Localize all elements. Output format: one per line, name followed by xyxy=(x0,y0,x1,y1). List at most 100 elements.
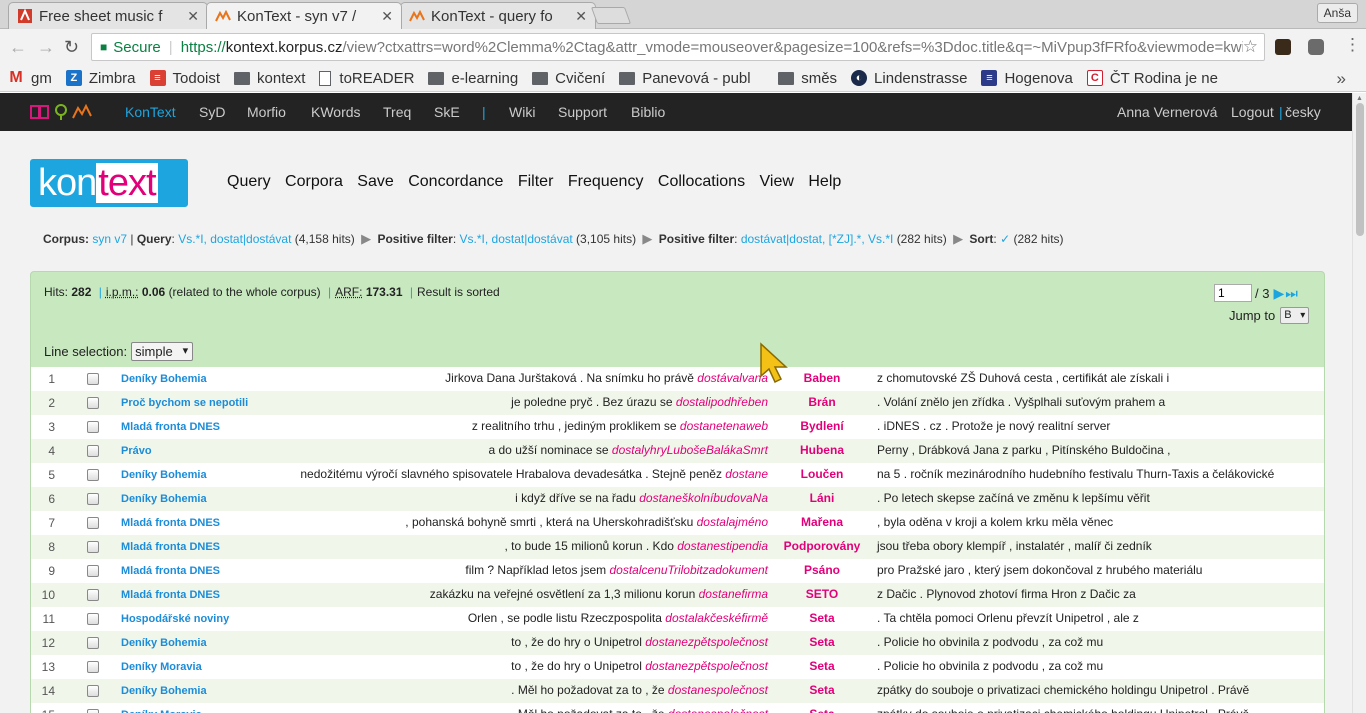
last-page-icon[interactable]: ⏭ xyxy=(1285,285,1298,302)
next-page-icon[interactable]: ▶ xyxy=(1273,285,1284,302)
right-context[interactable]: zpátky do souboje o privatizaci chemické… xyxy=(877,707,1249,713)
document-title-link[interactable]: Mladá fronta DNES xyxy=(121,565,220,577)
menu-corpora[interactable]: Corpora xyxy=(285,173,343,190)
document-title-link[interactable]: Deníky Bohemia xyxy=(121,469,207,481)
row-checkbox[interactable] xyxy=(87,565,99,577)
kwic-keyword[interactable]: Bydlení xyxy=(779,419,865,433)
right-context[interactable]: . iDNES . cz . Protože je nový realitní … xyxy=(877,419,1110,433)
left-context[interactable]: nedožitému výročí slavného spisovatele H… xyxy=(300,467,768,481)
row-checkbox[interactable] xyxy=(87,421,99,433)
menu-collocations[interactable]: Collocations xyxy=(658,173,745,190)
menu-query[interactable]: Query xyxy=(227,173,271,190)
scroll-up-icon[interactable]: ▲ xyxy=(1356,95,1363,102)
row-checkbox[interactable] xyxy=(87,541,99,553)
document-title-link[interactable]: Mladá fronta DNES xyxy=(121,421,220,433)
left-context[interactable]: z realitního trhu , jediným proklikem se… xyxy=(472,419,768,433)
profile-button[interactable]: Anša xyxy=(1316,3,1358,23)
language-switch[interactable]: česky xyxy=(1285,104,1321,120)
browser-menu-icon[interactable]: ⋮ xyxy=(1344,36,1361,53)
kontext-logo[interactable]: kon text xyxy=(30,159,188,207)
topbar-support[interactable]: Support xyxy=(558,104,607,120)
filter-match[interactable]: dostalyhryLubošeBalákaSmrt xyxy=(612,443,768,457)
menu-view[interactable]: View xyxy=(760,173,794,190)
cat-extension-icon[interactable] xyxy=(1275,39,1291,55)
reload-icon[interactable]: ↻ xyxy=(64,37,79,57)
close-tab-icon[interactable]: ✕ xyxy=(381,8,393,25)
kwic-keyword[interactable]: Seta xyxy=(779,635,865,649)
row-checkbox[interactable] xyxy=(87,589,99,601)
filter-match[interactable]: dostanespolečnost xyxy=(668,683,768,697)
topbar-morfio[interactable]: Morfio xyxy=(247,104,286,120)
bookmark-kontext[interactable]: kontext xyxy=(234,70,305,87)
right-context[interactable]: z Dačic . Plynovod zhotoví firma Hron z … xyxy=(877,587,1136,601)
left-context[interactable]: Orlen , se podle listu Rzeczpospolita do… xyxy=(468,611,768,625)
left-context[interactable]: to , že do hry o Unipetrol dostanezpětsp… xyxy=(511,659,768,673)
bookmark-gm[interactable]: Mgm xyxy=(8,69,52,87)
menu-concordance[interactable]: Concordance xyxy=(408,173,503,190)
bookmark-todoist[interactable]: ≡ Todoist xyxy=(149,70,220,87)
right-context[interactable]: . Volání znělo jen zřídka . Vyšplhali su… xyxy=(877,395,1165,409)
ipm-label[interactable]: i.p.m.: xyxy=(106,285,139,299)
left-context[interactable]: i když dříve se na řadu dostaneškolníbud… xyxy=(515,491,768,505)
topbar-wiki[interactable]: Wiki xyxy=(509,104,535,120)
line-selection-select[interactable]: simple xyxy=(131,342,194,361)
row-checkbox[interactable] xyxy=(87,517,99,529)
bookmark-toreader[interactable]: toREADER xyxy=(319,70,414,87)
kwic-keyword[interactable]: Brán xyxy=(779,395,865,409)
bookmark-zimbra[interactable]: Z Zimbra xyxy=(65,70,136,87)
query-link[interactable]: Vs.*I, dostat|dostávat xyxy=(178,232,291,246)
right-context[interactable]: . Po letech skepse začíná ve změnu k lep… xyxy=(877,491,1150,505)
row-checkbox[interactable] xyxy=(87,613,99,625)
document-title-link[interactable]: Deníky Moravia xyxy=(121,661,202,673)
pocket-extension-icon[interactable] xyxy=(1308,39,1324,55)
topbar-syd[interactable]: SyD xyxy=(199,104,225,120)
kwic-keyword[interactable]: SETO xyxy=(779,587,865,601)
kwic-keyword[interactable]: Seta xyxy=(779,683,865,697)
right-context[interactable]: z chomutovské ZŠ Duhová cesta , certifik… xyxy=(877,371,1169,385)
bookmarks-overflow-icon[interactable]: » xyxy=(1337,69,1346,89)
bookmark-smes[interactable]: směs xyxy=(778,70,837,87)
kwic-keyword[interactable]: Seta xyxy=(779,707,865,713)
bookmark-panevova[interactable]: Panevová - publ xyxy=(619,70,764,87)
tab-kontext-query[interactable]: KonText - query fo ✕ xyxy=(400,2,596,29)
filter-match[interactable]: dostane xyxy=(725,467,768,481)
sort-link[interactable]: ✓ xyxy=(1000,232,1010,246)
kwic-keyword[interactable]: Psáno xyxy=(779,563,865,577)
right-context[interactable]: pro Pražské jaro , který jsem dokončoval… xyxy=(877,563,1202,577)
filter-match[interactable]: dostalcenuTrilobitzadokument xyxy=(609,563,768,577)
menu-help[interactable]: Help xyxy=(808,173,841,190)
vertical-scrollbar[interactable]: ▲ xyxy=(1352,93,1366,713)
left-context[interactable]: a do užší nominace se dostalyhryLubošeBa… xyxy=(489,443,769,457)
document-title-link[interactable]: Mladá fronta DNES xyxy=(121,517,220,529)
right-context[interactable]: . Policie ho obvinila z podvodu , za což… xyxy=(877,635,1103,649)
filter-match[interactable]: dostanestipendia xyxy=(677,539,768,553)
left-context[interactable]: film ? Například letos jsem dostalcenuTr… xyxy=(465,563,768,577)
filter-match[interactable]: dostalipodhřeben xyxy=(676,395,768,409)
menu-save[interactable]: Save xyxy=(357,173,393,190)
tab-free-sheet-music[interactable]: Free sheet music f ✕ xyxy=(8,2,208,29)
topbar-treq[interactable]: Treq xyxy=(383,104,411,120)
filter-match[interactable]: dostalajméno xyxy=(697,515,768,529)
new-tab-button[interactable] xyxy=(590,7,632,24)
filter-match[interactable]: dostanetenaweb xyxy=(680,419,768,433)
filter-match[interactable]: dostanespolečnost xyxy=(668,707,768,713)
close-tab-icon[interactable]: ✕ xyxy=(575,8,587,25)
left-context[interactable]: , to bude 15 milionů korun . Kdo dostane… xyxy=(504,539,768,553)
row-checkbox[interactable] xyxy=(87,709,99,713)
kwic-keyword[interactable]: Mařena xyxy=(779,515,865,529)
document-title-link[interactable]: Deníky Bohemia xyxy=(121,493,207,505)
filter1-link[interactable]: Vs.*I, dostat|dostávat xyxy=(460,232,573,246)
page-number-input[interactable] xyxy=(1214,284,1252,302)
row-checkbox[interactable] xyxy=(87,661,99,673)
document-title-link[interactable]: Mladá fronta DNES xyxy=(121,541,220,553)
row-checkbox[interactable] xyxy=(87,445,99,457)
left-context[interactable]: Jirkova Dana Jurštaková . Na snímku ho p… xyxy=(445,371,768,385)
left-context[interactable]: , pohanská bohyně smrti , která na Uhers… xyxy=(405,515,768,529)
filter-match[interactable]: dostanezpětspolečnost xyxy=(645,659,768,673)
menu-frequency[interactable]: Frequency xyxy=(568,173,644,190)
bookmark-ct-rodina[interactable]: C ČT Rodina je ne xyxy=(1086,70,1224,87)
kwic-keyword[interactable]: Láni xyxy=(779,491,865,505)
left-context[interactable]: to , že do hry o Unipetrol dostanezpětsp… xyxy=(511,635,768,649)
scrollbar-thumb[interactable] xyxy=(1356,103,1364,236)
right-context[interactable]: Perny , Drábková Jana z parku , Pitínské… xyxy=(877,443,1171,457)
